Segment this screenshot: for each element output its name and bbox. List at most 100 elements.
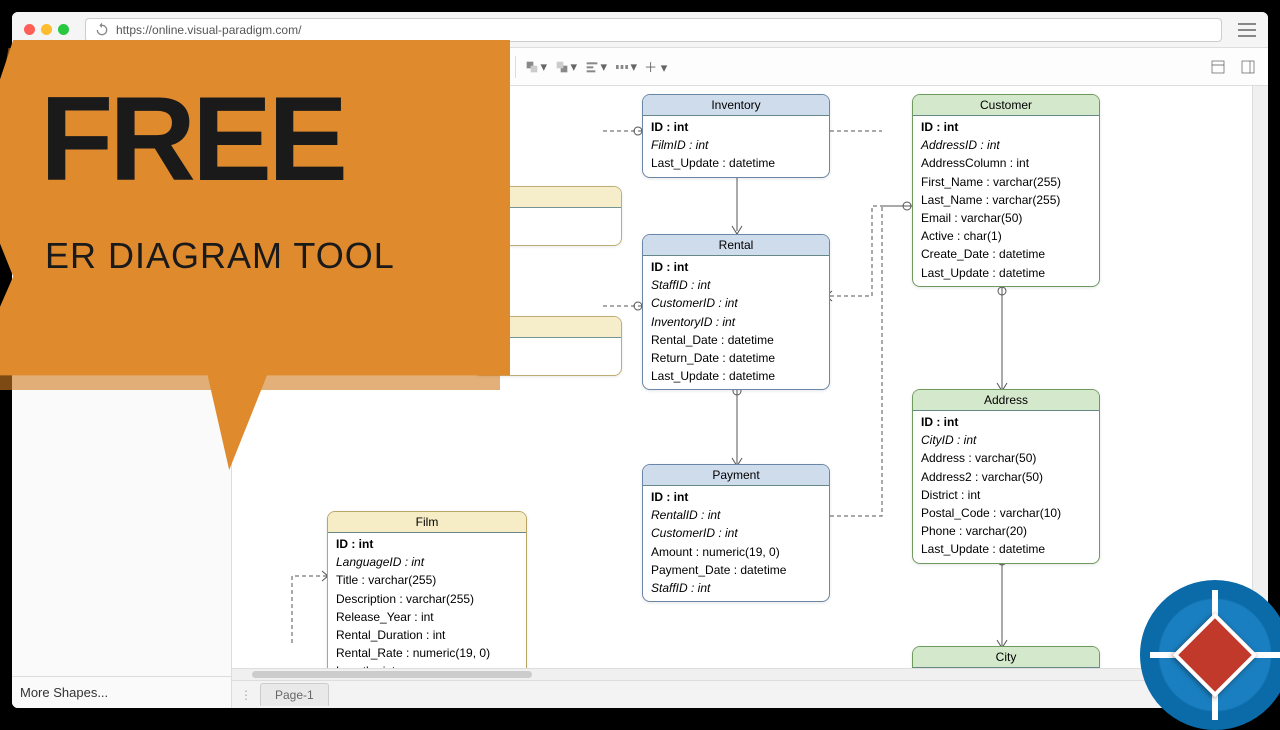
entity-field: Amount : numeric(19, 0)	[651, 543, 821, 561]
entity-hidden-2[interactable]	[472, 316, 622, 376]
entity-field: CityID : int	[921, 431, 1091, 449]
zoom-out-button[interactable]	[130, 53, 158, 81]
shape-sidebar: Entity Relationship More Shapes...	[12, 86, 232, 708]
horizontal-scrollbar[interactable]	[232, 668, 1252, 680]
entity-title: Film	[328, 512, 526, 533]
fill-color-button[interactable]	[350, 53, 378, 81]
entity-field: CustomerID : int	[651, 294, 821, 312]
maximize-window-icon[interactable]	[58, 24, 69, 35]
window-controls	[24, 24, 69, 35]
undo-button[interactable]: ↶	[59, 53, 87, 81]
entity-hidden-1[interactable]	[472, 186, 622, 246]
entity-customer[interactable]: Customer ID : intAddressID : intAddressC…	[912, 94, 1100, 287]
entity-field: InventoryID : int	[651, 313, 821, 331]
browser-bar: https://online.visual-paradigm.com/	[12, 12, 1268, 48]
format-panel-button[interactable]	[1204, 53, 1232, 81]
vp-logo	[1140, 580, 1280, 730]
entity-rental[interactable]: Rental ID : intStaffID : intCustomerID :…	[642, 234, 830, 390]
menu-icon[interactable]	[1238, 23, 1256, 37]
entity-field: ID : int	[651, 258, 821, 276]
entity-field: CustomerID : int	[651, 524, 821, 542]
entity-field: ID : int	[921, 413, 1091, 431]
outline-panel-button[interactable]	[1234, 53, 1262, 81]
tabs-handle-icon[interactable]: ⋮	[240, 688, 252, 702]
paste-button[interactable]	[279, 53, 307, 81]
entity-field: Phone : varchar(20)	[921, 522, 1091, 540]
page-tabs: ⋮ Page-1	[232, 680, 1252, 708]
entity-field: AddressColumn : int	[921, 154, 1091, 172]
zoom-in-button[interactable]	[208, 53, 236, 81]
entity-city[interactable]: City	[912, 646, 1100, 668]
shadow-button[interactable]	[410, 53, 438, 81]
entity-field: LanguageID : int	[336, 553, 518, 571]
to-front-button[interactable]: ▾	[522, 53, 550, 81]
diagram-canvas[interactable]: Inventory ID : intFilmID : intLast_Updat…	[232, 86, 1252, 668]
align-button[interactable]: ▾	[582, 53, 610, 81]
entity-field: Active : char(1)	[921, 227, 1091, 245]
shape-entity-yellow[interactable]	[12, 151, 231, 177]
entity-payment[interactable]: Payment ID : intRentalID : intCustomerID…	[642, 464, 830, 602]
connector-style-button[interactable]: → ▾	[451, 53, 479, 81]
delete-button[interactable]	[309, 53, 337, 81]
entity-title: City	[913, 647, 1099, 668]
add-button[interactable]: ＋ ▾	[642, 53, 670, 81]
entity-field: Payment_Date : datetime	[651, 561, 821, 579]
entity-field: Last_Update : datetime	[651, 154, 821, 172]
entity-field: Title : varchar(255)	[336, 571, 518, 589]
entity-inventory[interactable]: Inventory ID : intFilmID : intLast_Updat…	[642, 94, 830, 178]
zoom-level[interactable]: 100%	[160, 60, 199, 74]
line-color-button[interactable]	[380, 53, 408, 81]
entity-field: AddressID : int	[921, 136, 1091, 154]
main-area: Entity Relationship More Shapes...	[12, 86, 1268, 708]
more-shapes-button[interactable]: More Shapes...	[12, 676, 231, 708]
url-text: https://online.visual-paradigm.com/	[116, 23, 301, 37]
search-input[interactable]	[18, 92, 225, 116]
entity-field: ID : int	[651, 118, 821, 136]
url-bar[interactable]: https://online.visual-paradigm.com/	[85, 18, 1222, 42]
copy-button[interactable]	[249, 53, 277, 81]
minimize-window-icon[interactable]	[41, 24, 52, 35]
close-window-icon[interactable]	[24, 24, 35, 35]
entity-field: Last_Name : varchar(255)	[921, 191, 1091, 209]
entity-field: ID : int	[651, 488, 821, 506]
entity-field: Postal_Code : varchar(10)	[921, 504, 1091, 522]
entity-field: StaffID : int	[651, 579, 821, 597]
entity-field: FilmID : int	[651, 136, 821, 154]
entity-field: Address : varchar(50)	[921, 449, 1091, 467]
entity-field: Create_Date : datetime	[921, 245, 1091, 263]
entity-field: StaffID : int	[651, 276, 821, 294]
entity-address[interactable]: Address ID : intCityID : intAddress : va…	[912, 389, 1100, 564]
entity-field: First_Name : varchar(255)	[921, 173, 1091, 191]
shape-entity-green[interactable]	[12, 177, 231, 203]
entity-field: Rental_Duration : int	[336, 626, 518, 644]
entity-field: Last_Update : datetime	[921, 540, 1091, 558]
entity-field: Rental_Rate : numeric(19, 0)	[336, 644, 518, 662]
app-window: https://online.visual-paradigm.com/ ↶ ↷ …	[12, 12, 1268, 708]
entity-field: Rental_Date : datetime	[651, 331, 821, 349]
entity-field: Return_Date : datetime	[651, 349, 821, 367]
entity-field: RentalID : int	[651, 506, 821, 524]
entity-title: Payment	[643, 465, 829, 486]
entity-title: Rental	[643, 235, 829, 256]
entity-field: ID : int	[921, 118, 1091, 136]
entity-field: ID : int	[336, 535, 518, 553]
entity-field: District : int	[921, 486, 1091, 504]
category-header[interactable]: Entity Relationship	[12, 123, 231, 151]
entity-film[interactable]: Film ID : intLanguageID : intTitle : var…	[327, 511, 527, 668]
entity-field: Last_Update : datetime	[921, 264, 1091, 282]
entity-field: Release_Year : int	[336, 608, 518, 626]
entity-field: Address2 : varchar(50)	[921, 468, 1091, 486]
canvas-wrap: Inventory ID : intFilmID : intLast_Updat…	[232, 86, 1252, 708]
toolbar: ↶ ↷ 100%▾ → ▾ ▾ ▾ ▾ ▾ ▾ ＋ ▾	[12, 48, 1268, 86]
save-button[interactable]	[18, 53, 46, 81]
entity-field: Description : varchar(255)	[336, 590, 518, 608]
redo-button[interactable]: ↷	[89, 53, 117, 81]
entity-field: Last_Update : datetime	[651, 367, 821, 385]
entity-title: Customer	[913, 95, 1099, 116]
to-back-button[interactable]: ▾	[552, 53, 580, 81]
entity-title: Inventory	[643, 95, 829, 116]
waypoint-button[interactable]: ▾	[481, 53, 509, 81]
distribute-button[interactable]: ▾	[612, 53, 640, 81]
page-tab-1[interactable]: Page-1	[260, 683, 329, 706]
reload-icon	[94, 22, 110, 38]
